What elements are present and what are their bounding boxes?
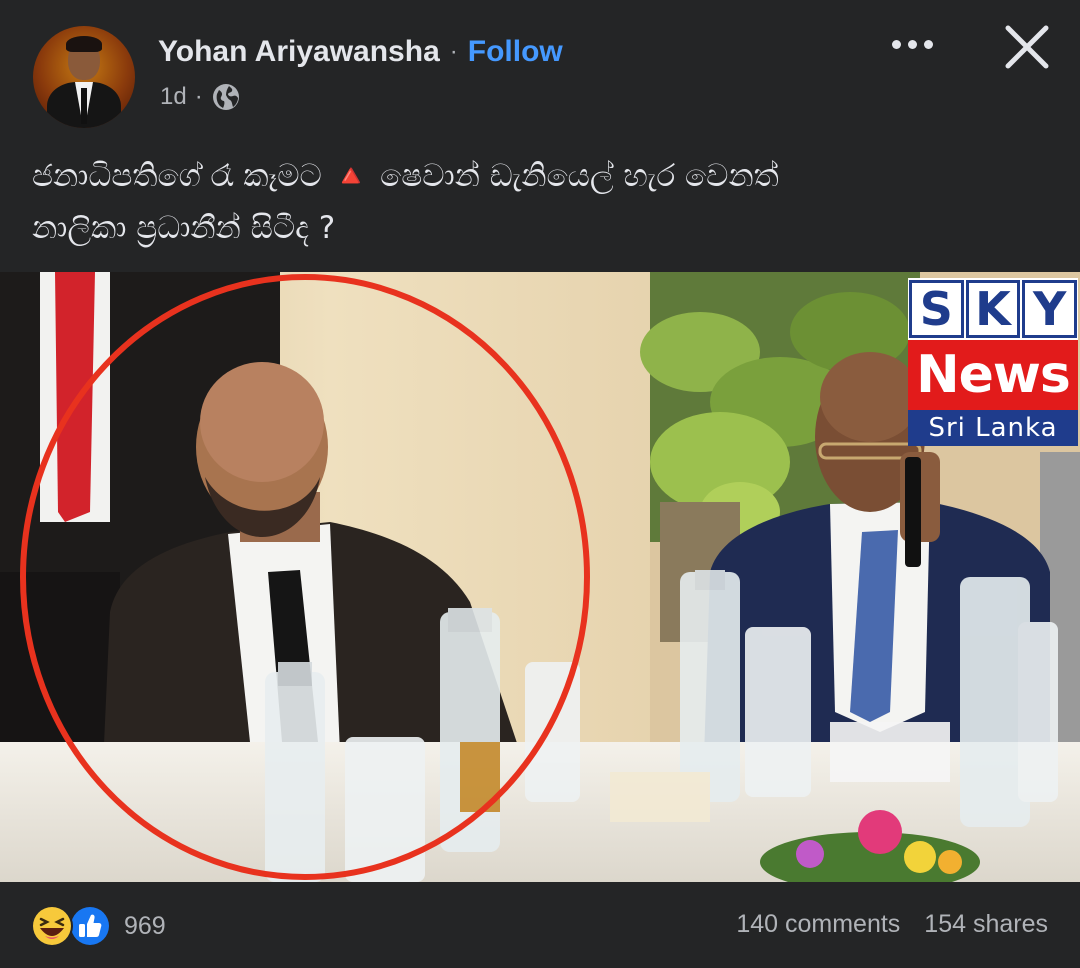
author-avatar[interactable]: [33, 26, 135, 128]
name-separator: ·: [449, 38, 458, 65]
avatar-hair: [66, 36, 102, 52]
haha-reaction-icon: [31, 905, 73, 947]
post-time[interactable]: 1d: [160, 83, 187, 111]
post-meta: 1d ·: [160, 82, 241, 112]
post-caption: ජනාධිපතිගේ රෑ කෑමට 🔺 ෂෙවාන් ඩැනියෙල් හැර…: [32, 150, 1042, 254]
comments-count[interactable]: 140 comments: [736, 910, 900, 939]
post-photo[interactable]: S K Y News Sri Lanka: [0, 272, 1080, 882]
sky-letter: K: [965, 280, 1021, 338]
sky-news-logo: S K Y News Sri Lanka: [908, 278, 1078, 446]
more-dot: [907, 39, 917, 49]
reaction-count: 969: [124, 911, 166, 940]
sky-letter: Y: [1022, 280, 1078, 338]
sky-letter: S: [909, 280, 964, 338]
author-line: Yohan Ariyawansha · Follow: [158, 32, 563, 72]
sky-news-word: News: [908, 340, 1078, 410]
post-footer: 969 140 comments 154 shares: [0, 882, 1080, 968]
sky-letters: S K Y: [908, 278, 1078, 340]
caption-line: නාලිකා ප්‍රධානීන් සිටීද ?: [32, 210, 336, 246]
avatar-tie: [81, 88, 87, 124]
more-dot: [891, 39, 901, 49]
reactions-summary[interactable]: 969: [30, 904, 166, 948]
globe-icon: [212, 84, 239, 110]
sky-region: Sri Lanka: [908, 410, 1078, 446]
meta-separator: ·: [194, 83, 203, 110]
caption-line: ජනාධිපතිගේ රෑ කෑමට 🔺 ෂෙවාන් ඩැනියෙල් හැර…: [32, 158, 779, 194]
more-options-button[interactable]: [880, 26, 944, 62]
author-name[interactable]: Yohan Ariyawansha: [158, 32, 440, 72]
post-stats: 140 comments 154 shares: [736, 910, 1048, 939]
post-header: Yohan Ariyawansha · Follow 1d ·: [0, 0, 1080, 140]
shares-count[interactable]: 154 shares: [924, 910, 1048, 939]
like-reaction-icon: [69, 905, 111, 947]
close-icon[interactable]: [1000, 20, 1054, 74]
follow-button[interactable]: Follow: [468, 32, 563, 72]
more-dot: [923, 39, 933, 49]
